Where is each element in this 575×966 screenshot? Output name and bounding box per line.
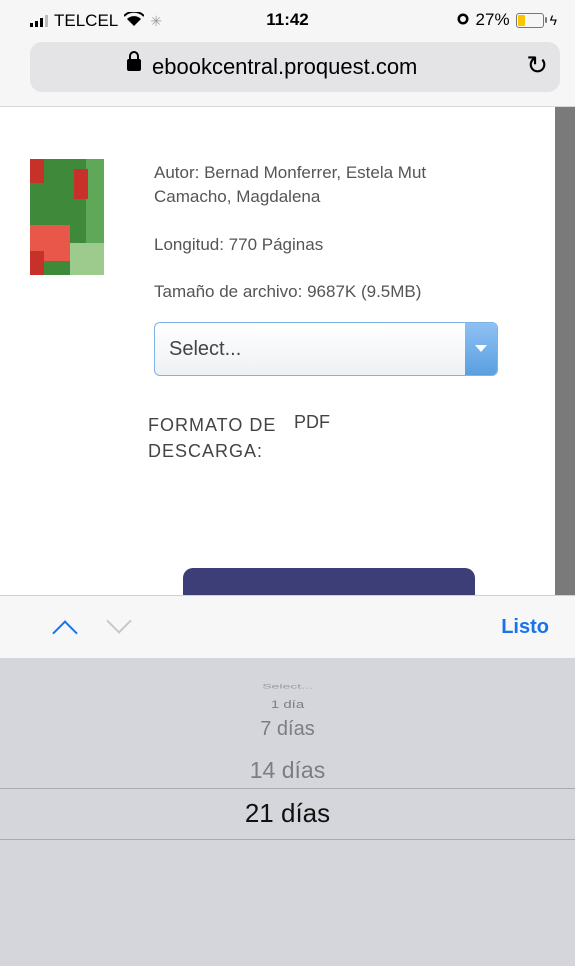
chevron-down-icon[interactable] <box>106 608 132 634</box>
chevron-down-icon[interactable] <box>465 323 497 375</box>
loan-period-select[interactable]: Select... <box>154 322 498 376</box>
battery-percent: 27% <box>475 10 510 29</box>
book-length: Longitud: 770 Páginas <box>154 235 324 254</box>
browser-url-bar: ebookcentral.proquest.com ↻ <box>0 38 575 107</box>
reload-icon[interactable]: ↻ <box>526 50 548 81</box>
picker-toolbar: Listo <box>0 595 575 659</box>
chevron-up-icon[interactable] <box>52 620 78 646</box>
format-value: PDF <box>294 412 330 432</box>
alarm-icon <box>456 10 470 30</box>
picker-wheel[interactable]: Select... 1 día 7 días 14 días 21 días <box>0 658 575 966</box>
book-author: Autor: Bernad Monferrer, Estela Mut Cama… <box>154 163 427 206</box>
select-value: Select... <box>169 338 242 360</box>
page-content: Autor: Bernad Monferrer, Estela Mut Cama… <box>0 107 555 595</box>
status-bar: TELCEL ✳ 11:42 27% ϟ <box>0 0 575 38</box>
done-button[interactable]: Listo <box>501 616 549 639</box>
charging-icon: ϟ <box>549 12 557 28</box>
format-label: FORMATO DE DESCARGA: <box>148 415 277 461</box>
address-field[interactable]: ebookcentral.proquest.com ↻ <box>30 42 560 92</box>
lock-icon <box>127 51 141 71</box>
picker-option[interactable]: 14 días <box>0 757 575 784</box>
download-button[interactable] <box>183 568 475 595</box>
picker-option-selected[interactable]: 21 días <box>0 798 575 829</box>
picker-option[interactable]: Select... <box>0 682 575 689</box>
book-file-size: Tamaño de archivo: 9687K (9.5MB) <box>154 282 422 301</box>
picker-option[interactable]: 1 día <box>0 698 575 711</box>
book-cover[interactable] <box>30 159 104 275</box>
battery-icon <box>515 12 547 28</box>
status-right: 27% ϟ <box>456 10 557 30</box>
url-text: ebookcentral.proquest.com <box>152 54 418 79</box>
picker-option[interactable]: 7 días <box>0 718 575 741</box>
scrollbar[interactable] <box>555 107 575 595</box>
